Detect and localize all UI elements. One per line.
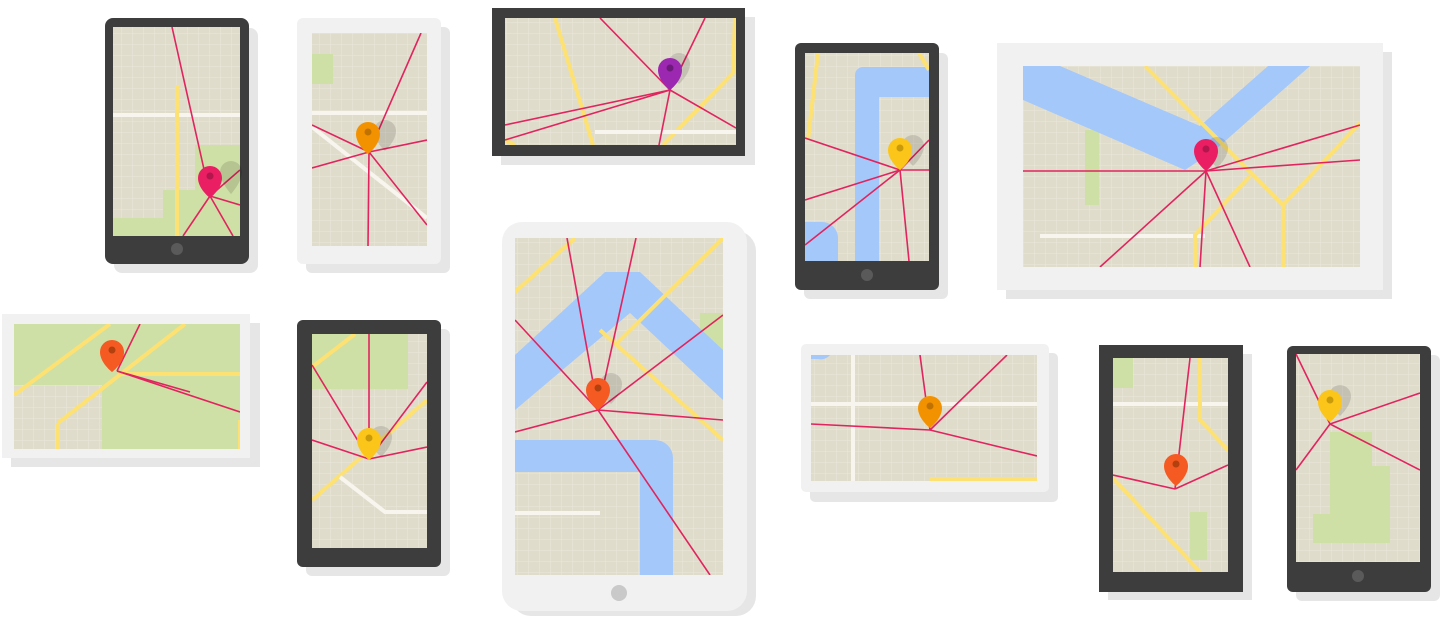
tablet-light-landscape-1 <box>997 43 1392 299</box>
tablet-light-portrait <box>502 222 756 616</box>
tablet-light-landscape-3 <box>801 344 1058 502</box>
phone-dark-4 <box>1099 345 1252 600</box>
home-button <box>611 585 627 601</box>
phone-light-1 <box>297 18 450 273</box>
phone-dark-1 <box>105 18 258 273</box>
tablet-light-landscape-2 <box>2 314 260 467</box>
phone-dark-2 <box>795 43 948 299</box>
home-button <box>1352 570 1364 582</box>
home-button <box>861 269 873 281</box>
phone-dark-5 <box>1287 346 1440 601</box>
phone-dark-3 <box>297 320 450 576</box>
tablet-dark-landscape-1 <box>492 8 755 165</box>
home-button <box>171 243 183 255</box>
devices-illustration <box>2 8 1440 616</box>
map-screen <box>113 27 240 236</box>
